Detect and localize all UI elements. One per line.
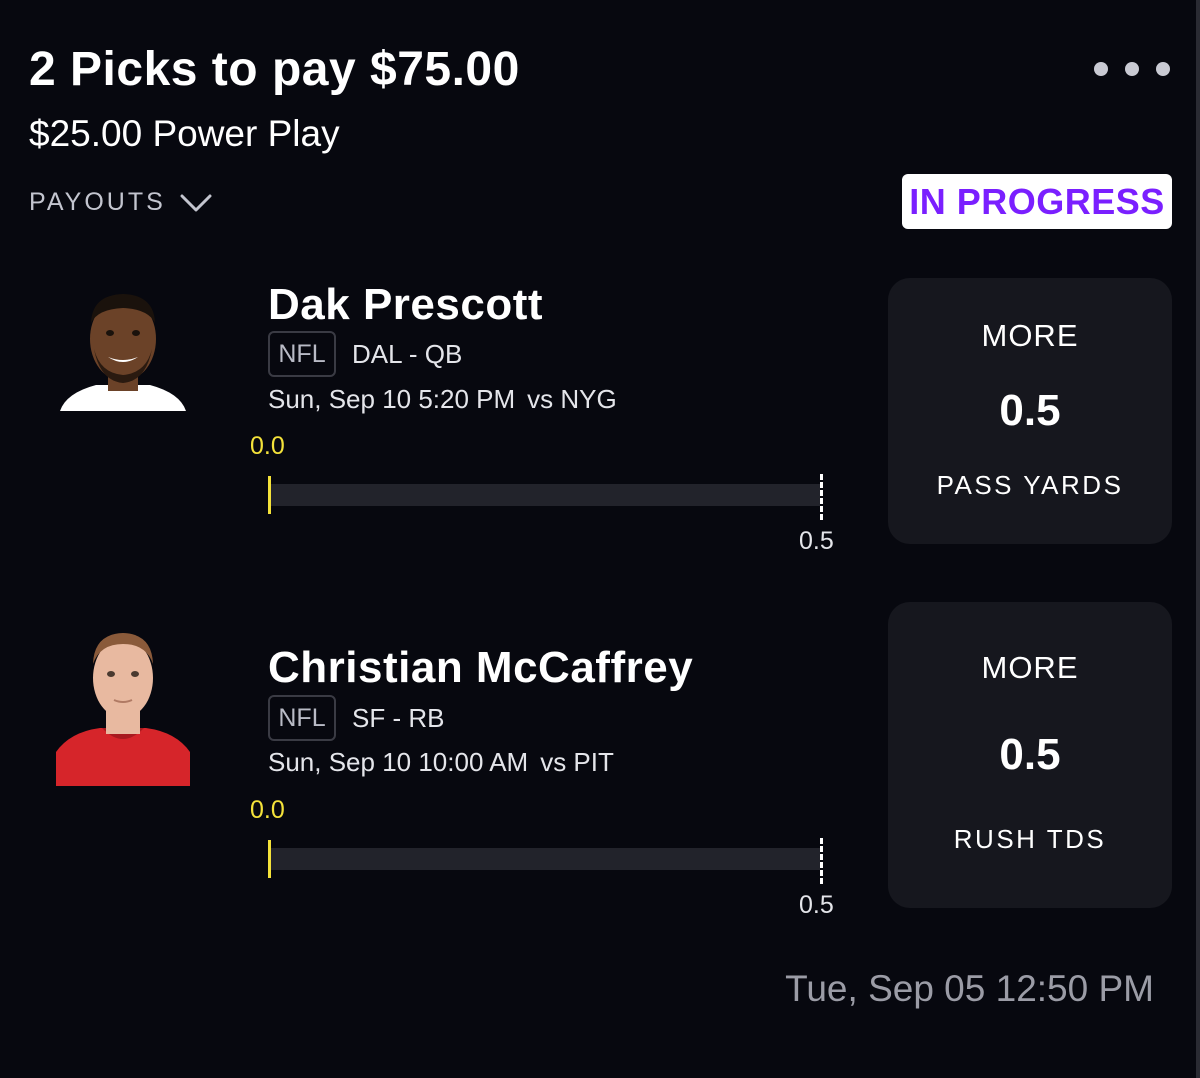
- progress-track: [268, 484, 820, 506]
- game-info: Sun, Sep 10 10:00 AM vs PIT: [268, 747, 614, 778]
- entry-timestamp: Tue, Sep 05 12:50 PM: [785, 968, 1154, 1009]
- team-position: DAL - QB: [352, 339, 463, 369]
- more-dot-icon: [1094, 62, 1108, 76]
- payouts-label: PAYOUTS: [29, 188, 166, 216]
- game-time: Sun, Sep 10 5:20 PM: [268, 384, 516, 414]
- game-info: Sun, Sep 10 5:20 PM vs NYG: [268, 384, 617, 415]
- target-tick: [820, 838, 823, 884]
- target-value: 0.5: [799, 891, 834, 919]
- entry-detail-screen: 2 Picks to pay $75.00 $25.00 Power Play …: [0, 0, 1200, 1078]
- status-label: IN PROGRESS: [909, 180, 1165, 222]
- pick-direction: MORE: [981, 650, 1079, 685]
- pick-selection-card[interactable]: MORE 0.5 PASS YARDS: [888, 278, 1172, 544]
- payouts-toggle[interactable]: PAYOUTS: [29, 188, 212, 217]
- team-position: SF - RB: [352, 703, 445, 733]
- chevron-down-icon: [180, 194, 212, 211]
- pick-line: 0.5: [999, 386, 1061, 435]
- current-stat-value: 0.0: [250, 796, 285, 824]
- pick-selection-card[interactable]: MORE 0.5 RUSH TDS: [888, 602, 1172, 908]
- progress-marker: [268, 476, 271, 514]
- player-avatar: [56, 633, 190, 786]
- more-dot-icon: [1156, 62, 1170, 76]
- opponent: vs NYG: [527, 384, 617, 414]
- target-value: 0.5: [799, 527, 834, 555]
- more-dot-icon: [1125, 62, 1139, 76]
- pick-stat: RUSH TDS: [953, 824, 1107, 854]
- entry-title: 2 Picks to pay $75.00: [29, 43, 520, 96]
- entry-subtitle: $25.00 Power Play: [29, 113, 340, 154]
- pick-stat: PASS YARDS: [936, 470, 1124, 500]
- player-avatar: [60, 294, 186, 411]
- more-options-button[interactable]: [1094, 62, 1170, 76]
- league-tag: NFL: [268, 695, 336, 741]
- player-name[interactable]: Dak Prescott: [268, 280, 543, 330]
- league-tag: NFL: [268, 331, 336, 377]
- opponent: vs PIT: [540, 747, 614, 777]
- progress-marker: [268, 840, 271, 878]
- target-tick: [820, 474, 823, 520]
- game-time: Sun, Sep 10 10:00 AM: [268, 747, 529, 777]
- progress-track: [268, 848, 820, 870]
- current-stat-value: 0.0: [250, 432, 285, 460]
- status-badge: IN PROGRESS: [902, 174, 1172, 229]
- pick-line: 0.5: [999, 730, 1061, 779]
- pick-direction: MORE: [981, 318, 1079, 353]
- scrollbar[interactable]: [1196, 0, 1200, 1078]
- player-name[interactable]: Christian McCaffrey: [268, 643, 693, 693]
